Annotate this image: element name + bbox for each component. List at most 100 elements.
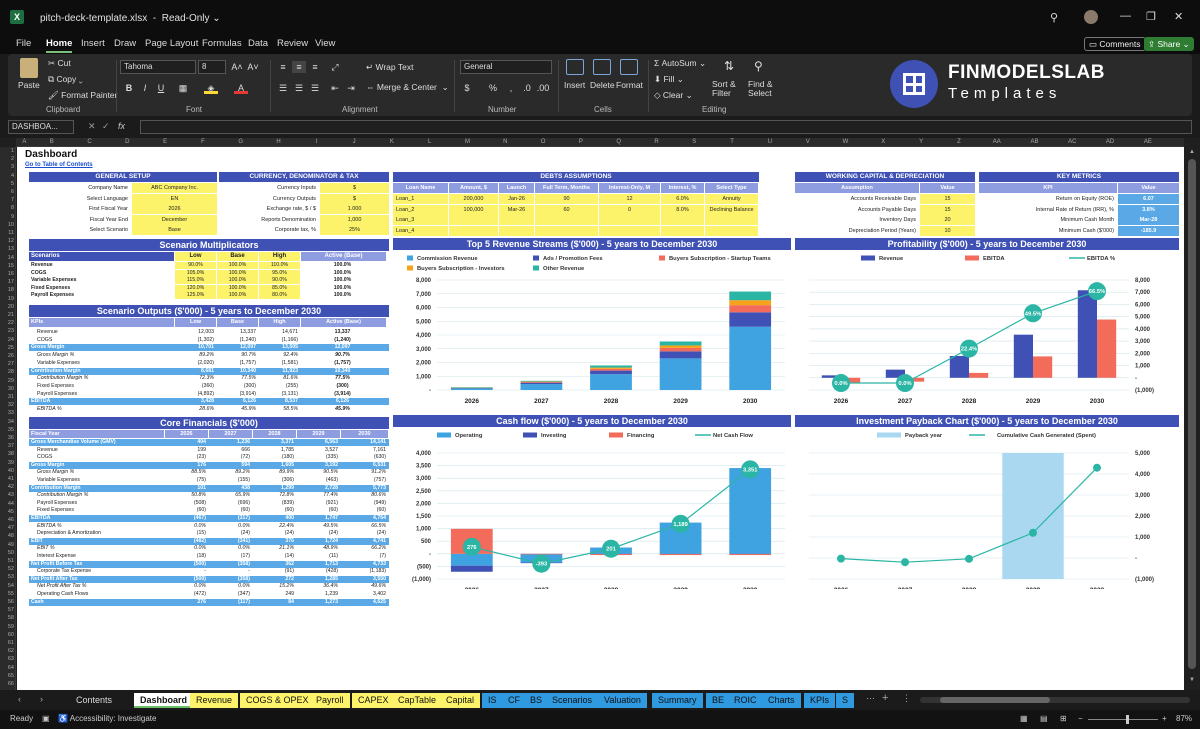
currency-value[interactable]: $ [320,183,389,193]
row-header[interactable]: 53 [0,573,15,581]
row-header[interactable]: 15 [0,262,15,270]
tab-charts[interactable]: Charts [762,693,801,708]
row-header[interactable]: 42 [0,483,15,491]
row-header[interactable]: 5 [0,180,15,188]
column-header-p[interactable]: P [562,138,600,147]
font-size-select[interactable]: 8 [198,60,226,74]
autosum-button[interactable]: Σ AutoSum ⌄ [654,58,706,69]
debts-cell[interactable]: 60 [535,204,598,215]
row-header[interactable]: 59 [0,623,15,631]
debts-cell[interactable] [599,215,660,226]
currency-value[interactable]: $ [320,193,389,204]
cancel-icon[interactable]: ✕ [88,121,96,132]
row-header[interactable]: 33 [0,409,15,417]
tab-summary[interactable]: Summary [652,693,703,708]
close-button[interactable]: ✕ [1174,10,1183,23]
menu-home[interactable]: Home [46,38,73,53]
row-header[interactable]: 21 [0,311,15,319]
add-sheet-icon[interactable]: + [882,692,888,704]
column-header-w[interactable]: W [827,138,865,147]
column-header-b[interactable]: B [33,138,71,147]
tab-valuation[interactable]: Valuation [598,693,647,708]
cut-button[interactable]: ✂ Cut [48,58,71,69]
increase-decimal-icon[interactable]: .0 [520,82,534,94]
row-header[interactable]: 3 [0,163,15,171]
debts-cell[interactable]: Loan_1 [393,194,448,204]
format-button[interactable]: Format [616,80,643,90]
row-header[interactable]: 4 [0,172,15,180]
row-header[interactable]: 50 [0,549,15,557]
row-header[interactable]: 54 [0,582,15,590]
debts-cell[interactable]: 8.0% [661,204,704,215]
debts-cell[interactable] [705,225,758,236]
general-value[interactable]: 2026 [132,204,217,215]
zoom-level[interactable]: 87% [1176,714,1192,723]
debts-cell[interactable]: 90 [535,194,598,204]
column-header-m[interactable]: M [449,138,487,147]
menu-view[interactable]: View [315,38,335,49]
menu-draw[interactable]: Draw [114,38,136,49]
row-header[interactable]: 11 [0,229,15,237]
column-header-ad[interactable]: AD [1091,138,1129,147]
debts-cell[interactable]: 6.0% [661,194,704,204]
horizontal-scrollbar[interactable] [920,697,1190,703]
zoom-slider[interactable] [1088,715,1158,724]
row-header[interactable]: 24 [0,336,15,344]
debts-cell[interactable]: Declining Balance [705,204,758,215]
row-header[interactable]: 30 [0,385,15,393]
row-header[interactable]: 48 [0,532,15,540]
row-header[interactable]: 46 [0,516,15,524]
multiplier-cell[interactable]: 90.0% [259,277,300,285]
column-header-q[interactable]: Q [600,138,638,147]
column-header-s[interactable]: S [675,138,713,147]
orientation-icon[interactable]: ⤢ [328,61,342,73]
restore-button[interactable]: ❐ [1146,10,1156,23]
general-value[interactable]: EN [132,193,217,204]
shrink-font-icon[interactable]: A˅ [246,61,260,73]
debts-cell[interactable] [449,215,498,226]
row-header[interactable]: 49 [0,541,15,549]
column-header-e[interactable]: E [146,138,184,147]
debts-cell[interactable] [535,225,598,236]
column-header-a[interactable]: A [16,138,33,147]
row-header[interactable]: 35 [0,426,15,434]
working-value[interactable]: 20 [920,215,975,226]
row-header[interactable]: 29 [0,377,15,385]
debts-cell[interactable]: Loan_3 [393,215,448,226]
decrease-decimal-icon[interactable]: .00 [536,82,550,94]
tab-cf[interactable]: CF [502,693,526,708]
row-header[interactable]: 45 [0,508,15,516]
debts-cell[interactable]: 100,000 [449,204,498,215]
column-header-i[interactable]: I [297,138,335,147]
delete-cells-icon[interactable] [593,59,611,75]
wrap-text-button[interactable]: ↵ Wrap Text [366,62,413,73]
row-header[interactable]: 32 [0,401,15,409]
column-header-ab[interactable]: AB [1016,138,1054,147]
debts-cell[interactable]: Loan_2 [393,204,448,215]
column-header-y[interactable]: Y [902,138,940,147]
tab-be[interactable]: BE [706,693,731,708]
align-middle-icon[interactable]: ≡ [292,61,306,73]
column-header-k[interactable]: K [373,138,411,147]
multiplier-cell[interactable]: 110.0% [259,262,300,269]
tab-capital[interactable]: Capital [440,693,481,708]
working-value[interactable]: 15 [920,194,975,204]
debts-cell[interactable] [499,225,534,236]
debts-cell[interactable] [599,225,660,236]
tab-scroll-left-icon[interactable]: ‹ [18,694,21,704]
column-header-ac[interactable]: AC [1053,138,1091,147]
menu-page-layout[interactable]: Page Layout [145,38,198,49]
row-header[interactable]: 18 [0,286,15,294]
format-cells-icon[interactable] [620,59,638,75]
tab-more-icon[interactable]: ⋯ [866,693,875,704]
row-header[interactable]: 23 [0,327,15,335]
tab-dashboard[interactable]: Dashboard [134,693,194,708]
tab-kpis[interactable]: KPIs [804,693,836,708]
debts-cell[interactable] [661,225,704,236]
tab-contents[interactable]: Contents [70,693,118,708]
column-header-j[interactable]: J [335,138,373,147]
insert-cells-icon[interactable] [566,59,584,75]
row-header[interactable]: 56 [0,598,15,606]
row-header[interactable]: 65 [0,672,15,680]
debts-cell[interactable]: 0 [599,204,660,215]
